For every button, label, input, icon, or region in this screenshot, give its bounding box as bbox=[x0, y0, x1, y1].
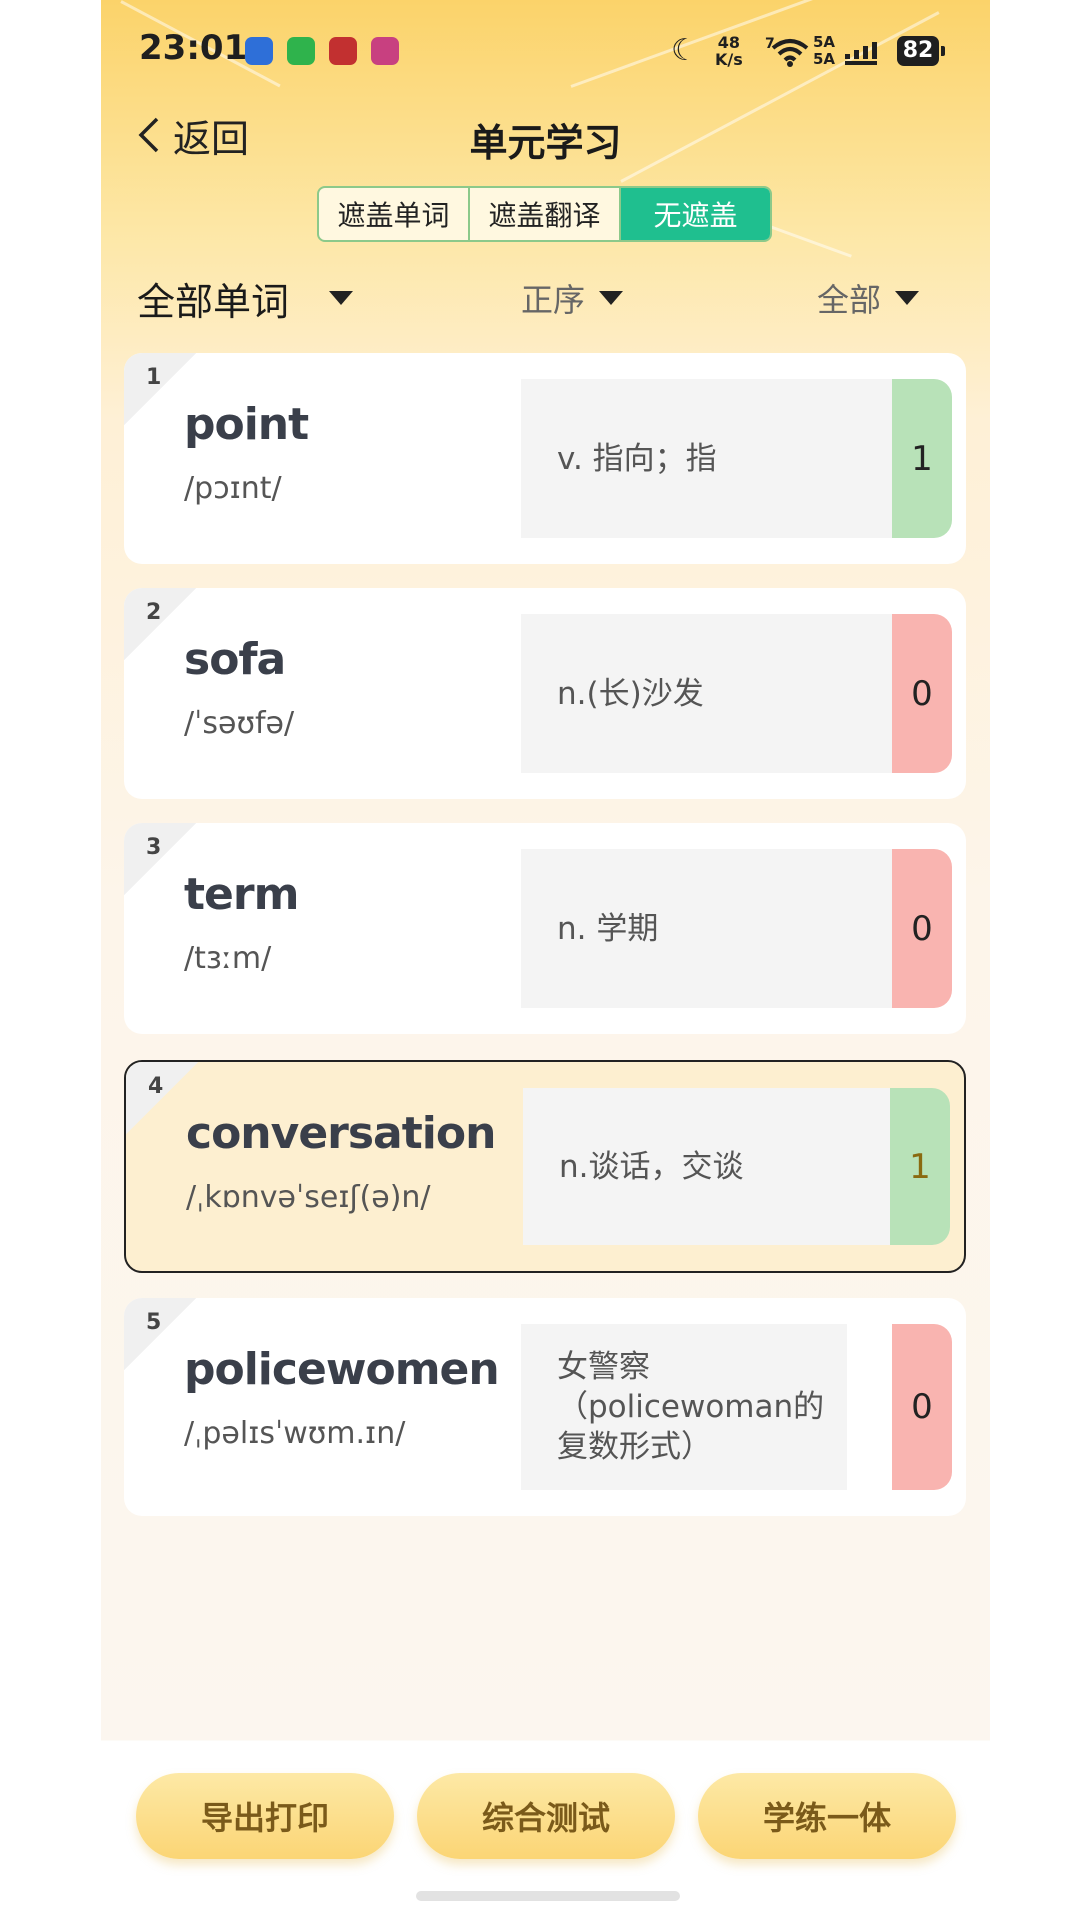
word-card[interactable]: 3 term /tɜːm/ n. 学期 0 bbox=[124, 823, 966, 1034]
sim-network-type: 5A 5A bbox=[813, 34, 835, 68]
word-scope-label: 全部单词 bbox=[137, 279, 290, 324]
word-card[interactable]: 1 point /pɔɪnt/ v. 指向；指 1 bbox=[124, 353, 966, 564]
word-index: 3 bbox=[146, 835, 162, 860]
word-text: point bbox=[184, 399, 309, 450]
battery-indicator: 82 bbox=[897, 36, 945, 66]
word-card[interactable]: 5 policewomen /ˌpəlɪsˈwʊm.ɪn/ 女警察（police… bbox=[124, 1298, 966, 1516]
caret-down-icon bbox=[895, 291, 920, 305]
word-phonetic: /ˈsəʊfə/ bbox=[184, 706, 295, 741]
word-translation: 女警察（policewoman的复数形式） bbox=[521, 1324, 847, 1490]
word-translation: n. 学期 bbox=[521, 849, 894, 1008]
word-translation: n.(长)沙发 bbox=[521, 614, 894, 773]
sim2-network-type: 5A bbox=[813, 50, 836, 68]
signal-bars-icon bbox=[845, 42, 877, 65]
word-index: 4 bbox=[148, 1074, 164, 1099]
word-scope-dropdown[interactable]: 全部单词 bbox=[137, 268, 354, 328]
wifi-label: 7 bbox=[765, 36, 775, 52]
status-filter-label: 全部 bbox=[817, 281, 882, 319]
word-card-selected[interactable]: 4 conversation /ˌkɒnvəˈseɪʃ(ə)n/ n.谈话，交谈… bbox=[124, 1060, 966, 1273]
sim1-network-type: 5A bbox=[813, 33, 836, 51]
practice-count-badge: 0 bbox=[892, 1324, 952, 1490]
word-phonetic: /pɔɪnt/ bbox=[184, 471, 282, 506]
wifi-icon: 7 bbox=[765, 36, 809, 67]
app-notification-icon bbox=[329, 37, 357, 65]
status-time: 23:01 bbox=[139, 28, 248, 68]
app-notification-icon bbox=[245, 37, 273, 65]
sort-order-label: 正序 bbox=[521, 281, 586, 319]
practice-count-badge: 1 bbox=[892, 379, 952, 538]
status-bar: 23:01 ☾ 48 K/s 7 5A 5A 82 bbox=[101, 0, 990, 100]
export-print-button[interactable]: 导出打印 bbox=[136, 1773, 394, 1859]
word-text: conversation bbox=[186, 1108, 496, 1159]
word-translation: v. 指向；指 bbox=[521, 379, 894, 538]
word-phonetic: /tɜːm/ bbox=[184, 941, 272, 976]
sort-order-dropdown[interactable]: 正序 bbox=[521, 268, 624, 328]
page-title: 单元学习 bbox=[469, 121, 622, 165]
word-text: policewomen bbox=[184, 1344, 500, 1395]
word-text: term bbox=[184, 869, 299, 920]
learn-practice-button[interactable]: 学练一体 bbox=[698, 1773, 956, 1859]
word-phonetic: /ˌkɒnvəˈseɪʃ(ə)n/ bbox=[186, 1180, 431, 1215]
practice-count-badge: 0 bbox=[892, 614, 952, 773]
word-text: sofa bbox=[184, 634, 286, 685]
word-translation: n.谈话，交谈 bbox=[523, 1088, 892, 1245]
caret-down-icon bbox=[599, 291, 624, 305]
comprehensive-test-button[interactable]: 综合测试 bbox=[417, 1773, 675, 1859]
bottom-action-bar: 导出打印 综合测试 学练一体 bbox=[101, 1741, 990, 1920]
word-phonetic: /ˌpəlɪsˈwʊm.ɪn/ bbox=[184, 1416, 406, 1451]
practice-count-badge: 1 bbox=[890, 1088, 950, 1245]
network-speed-unit: K/s bbox=[715, 50, 743, 69]
cover-translation-option[interactable]: 遮盖翻译 bbox=[470, 188, 621, 240]
status-filter-dropdown[interactable]: 全部 bbox=[817, 268, 920, 328]
do-not-disturb-icon: ☾ bbox=[671, 33, 698, 68]
cover-mode-selector: 遮盖单词 遮盖翻译 无遮盖 bbox=[317, 186, 772, 242]
practice-count-badge: 0 bbox=[892, 849, 952, 1008]
wechat-notification-icon bbox=[287, 37, 315, 65]
no-cover-option[interactable]: 无遮盖 bbox=[621, 188, 770, 240]
cover-word-option[interactable]: 遮盖单词 bbox=[319, 188, 470, 240]
network-speed: 48 K/s bbox=[715, 34, 743, 68]
word-index: 5 bbox=[146, 1310, 162, 1335]
home-indicator[interactable] bbox=[416, 1891, 680, 1901]
word-index: 1 bbox=[146, 365, 162, 390]
app-notification-icon bbox=[371, 37, 399, 65]
app-screen: 23:01 ☾ 48 K/s 7 5A 5A 82 返回 单元学习 遮盖单词 遮… bbox=[101, 0, 990, 1920]
caret-down-icon bbox=[329, 291, 354, 305]
word-card[interactable]: 2 sofa /ˈsəʊfə/ n.(长)沙发 0 bbox=[124, 588, 966, 799]
word-index: 2 bbox=[146, 600, 162, 625]
